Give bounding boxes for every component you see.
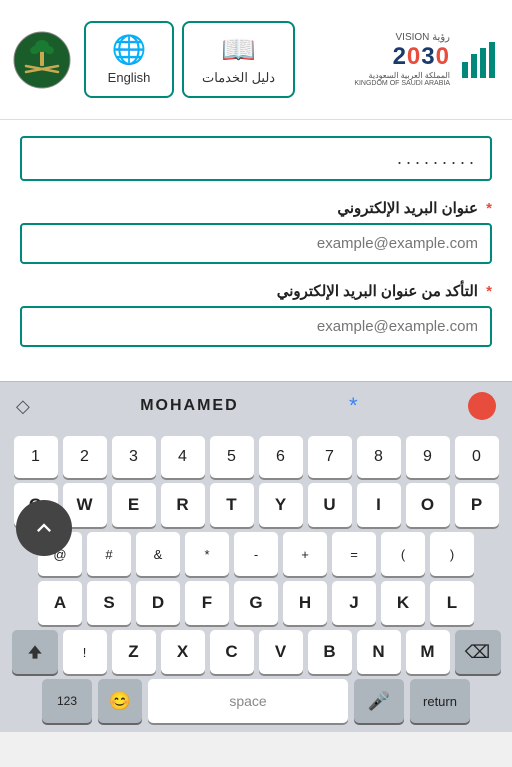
scroll-up-button[interactable] [16, 500, 72, 556]
keyboard-arrows[interactable]: ◇ [16, 396, 30, 417]
emoji-key[interactable]: 😊 [98, 679, 142, 723]
key-x[interactable]: X [161, 630, 205, 674]
confirm-email-input[interactable] [20, 306, 492, 347]
key-r[interactable]: R [161, 483, 205, 527]
app-header: 🌐 English 📖 دليل الخدمات VISION رؤية 203… [0, 0, 512, 120]
key-ampersand[interactable]: & [136, 532, 180, 576]
email-input[interactable] [20, 223, 492, 264]
key-h[interactable]: H [283, 581, 327, 625]
key-5[interactable]: 5 [210, 436, 254, 478]
email-field-group: * عنوان البريد الإلكتروني [20, 199, 492, 264]
space-key[interactable]: space [148, 679, 348, 723]
key-asterisk[interactable]: * [185, 532, 229, 576]
key-f[interactable]: F [185, 581, 229, 625]
password-input[interactable] [20, 136, 492, 181]
key-rparen[interactable]: ) [430, 532, 474, 576]
key-4[interactable]: 4 [161, 436, 205, 478]
key-3[interactable]: 3 [112, 436, 156, 478]
services-tab[interactable]: 📖 دليل الخدمات [182, 21, 295, 98]
confirm-email-label-text: التأكد من عنوان البريد الإلكتروني [277, 283, 478, 300]
key-m[interactable]: M [406, 630, 450, 674]
key-z[interactable]: Z [112, 630, 156, 674]
key-equals[interactable]: = [332, 532, 376, 576]
autocomplete-star: * [349, 393, 358, 419]
key-i[interactable]: I [357, 483, 401, 527]
globe-icon: 🌐 [112, 33, 147, 66]
key-exclaim[interactable]: ! [63, 630, 107, 674]
english-tab-label: English [108, 70, 151, 85]
shift-icon [25, 642, 45, 662]
form-wrapper: * عنوان البريد الإلكتروني * التأكد من عن… [0, 120, 512, 381]
key-1[interactable]: 1 [14, 436, 58, 478]
key-v[interactable]: V [259, 630, 303, 674]
vision-text-bottom: المملكة العربية السعودية [354, 71, 450, 80]
password-field-group [20, 136, 492, 181]
confirm-email-required-marker: * [486, 283, 492, 300]
vision-logo-area: VISION رؤية 2030 المملكة العربية السعودي… [354, 32, 500, 87]
key-8[interactable]: 8 [357, 436, 401, 478]
book-icon: 📖 [221, 33, 256, 66]
key-hash[interactable]: # [87, 532, 131, 576]
keyboard-number-row: 1 2 3 4 5 6 7 8 9 0 [4, 436, 508, 478]
key-2[interactable]: 2 [63, 436, 107, 478]
key-plus[interactable]: + [283, 532, 327, 576]
autocomplete-dot [468, 392, 496, 420]
keyboard: 1 2 3 4 5 6 7 8 9 0 Q W E R T Y U I O P … [0, 430, 512, 732]
email-label: * عنوان البريد الإلكتروني [20, 199, 492, 217]
key-k[interactable]: K [381, 581, 425, 625]
bars-chart-icon [460, 40, 500, 80]
keyboard-bottom-row: ! Z X C V B N M ⌫ [4, 630, 508, 674]
autocomplete-bar: ◇ MOHAMED * [0, 381, 512, 430]
keyboard-symbol-row: @ # & * - + = ( ) [4, 532, 508, 576]
shift-key[interactable] [12, 630, 58, 674]
key-minus[interactable]: - [234, 532, 278, 576]
key-e[interactable]: E [112, 483, 156, 527]
key-j[interactable]: J [332, 581, 376, 625]
saudi-emblem [12, 30, 72, 90]
key-u[interactable]: U [308, 483, 352, 527]
key-a[interactable]: A [38, 581, 82, 625]
vision-year: 2030 [354, 43, 450, 71]
numbers-key[interactable]: 123 [42, 679, 92, 723]
english-tab[interactable]: 🌐 English [84, 21, 174, 98]
key-6[interactable]: 6 [259, 436, 303, 478]
key-d[interactable]: D [136, 581, 180, 625]
mic-key[interactable]: 🎤 [354, 679, 404, 723]
key-0[interactable]: 0 [455, 436, 499, 478]
vision-text-top: VISION رؤية [354, 32, 450, 43]
key-y[interactable]: Y [259, 483, 303, 527]
services-tab-label: دليل الخدمات [202, 70, 275, 86]
chevron-up-icon [30, 514, 58, 542]
keyboard-home-row: A S D F G H J K L [4, 581, 508, 625]
key-p[interactable]: P [455, 483, 499, 527]
return-key[interactable]: return [410, 679, 470, 723]
confirm-email-label: * التأكد من عنوان البريد الإلكتروني [20, 282, 492, 300]
vision-text-kingdom: KINGDOM OF SAUDI ARABIA [354, 80, 450, 87]
key-lparen[interactable]: ( [381, 532, 425, 576]
key-7[interactable]: 7 [308, 436, 352, 478]
key-9[interactable]: 9 [406, 436, 450, 478]
email-required-marker: * [486, 200, 492, 217]
vision-2030-logo: VISION رؤية 2030 المملكة العربية السعودي… [354, 32, 500, 87]
header-tabs: 🌐 English 📖 دليل الخدمات [84, 21, 354, 98]
key-s[interactable]: S [87, 581, 131, 625]
form-area: * عنوان البريد الإلكتروني * التأكد من عن… [0, 120, 512, 381]
autocomplete-suggestion[interactable]: MOHAMED [140, 397, 238, 415]
key-n[interactable]: N [357, 630, 401, 674]
keyboard-qwerty-row: Q W E R T Y U I O P [4, 483, 508, 527]
keyboard-space-row: 123 😊 space 🎤 return [4, 679, 508, 723]
backspace-key[interactable]: ⌫ [455, 630, 501, 674]
key-l[interactable]: L [430, 581, 474, 625]
email-label-text: عنوان البريد الإلكتروني [337, 200, 478, 217]
key-t[interactable]: T [210, 483, 254, 527]
confirm-email-field-group: * التأكد من عنوان البريد الإلكتروني [20, 282, 492, 347]
key-o[interactable]: O [406, 483, 450, 527]
key-g[interactable]: G [234, 581, 278, 625]
key-c[interactable]: C [210, 630, 254, 674]
key-b[interactable]: B [308, 630, 352, 674]
